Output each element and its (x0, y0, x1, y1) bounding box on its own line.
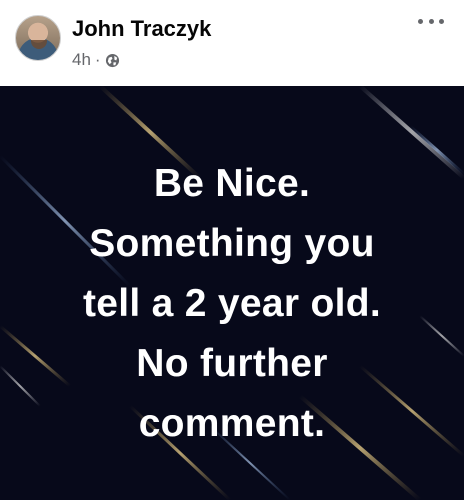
author-name[interactable]: John Traczyk (72, 16, 211, 42)
more-options-icon[interactable] (418, 14, 444, 28)
post-line-3: tell a 2 year old. (82, 282, 382, 325)
post-header: John Traczyk 4h · (0, 0, 464, 86)
globe-icon[interactable] (105, 53, 120, 68)
status-background: Be Nice. Something you tell a 2 year old… (0, 86, 464, 500)
meta-separator: · (94, 50, 101, 69)
post-line-4: No further (136, 342, 328, 385)
more-dot (418, 18, 423, 24)
more-dot (439, 18, 444, 24)
post-timestamp[interactable]: 4h (72, 50, 91, 70)
post-meta: 4h · (72, 50, 120, 70)
post-line-1: Be Nice. (153, 162, 311, 205)
post-line-2: Something you (89, 222, 375, 265)
author-avatar[interactable] (15, 15, 61, 61)
post-line-5: comment. (138, 402, 326, 445)
more-dot (428, 18, 434, 24)
post-text: Be Nice. Something you tell a 2 year old… (0, 154, 464, 454)
avatar-beard (31, 40, 47, 49)
